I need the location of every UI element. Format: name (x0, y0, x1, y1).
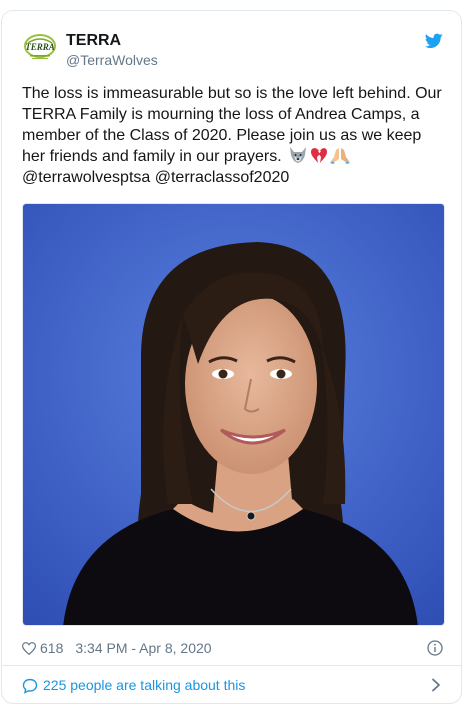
tweet-photo[interactable] (22, 203, 445, 626)
avatar[interactable]: TERRA (22, 31, 58, 67)
praying-hands-emoji (330, 148, 351, 164)
broken-heart-emoji (311, 148, 328, 163)
tweet-mentions[interactable]: @terrawolvesptsa @terraclassof2020 (22, 167, 448, 188)
account-handle[interactable]: @TerraWolves (66, 52, 158, 68)
tweet-line: The loss is immeasurable but so is the l… (22, 85, 442, 102)
tweet-line: her friends and family in our prayers. (22, 148, 282, 165)
like-count[interactable]: 618 (40, 640, 63, 656)
terra-logo: TERRA (22, 31, 58, 67)
conversation-link[interactable]: 225 people are talking about this (2, 666, 461, 703)
heart-icon[interactable] (22, 641, 36, 655)
account-name[interactable]: TERRA (66, 32, 121, 50)
tweet-line: member of the Class of 2020. Please join… (22, 127, 422, 144)
chevron-right-icon[interactable] (431, 678, 441, 692)
svg-text:TERRA: TERRA (25, 42, 55, 52)
portrait-image (23, 204, 444, 625)
twitter-bird-icon[interactable] (425, 33, 443, 49)
talking-count-link[interactable]: 225 people are talking about this (43, 677, 245, 693)
tweet-card: TERRA TERRA @TerraWolves The loss is imm… (1, 10, 462, 704)
tweet-timestamp[interactable]: 3:34 PM - Apr 8, 2020 (75, 640, 211, 656)
comment-bubble-icon (22, 678, 38, 694)
tweet-text: The loss is immeasurable but so is the l… (22, 83, 448, 188)
wolf-emoji (290, 147, 307, 163)
tweet-line-with-emoji: her friends and family in our prayers. (22, 146, 448, 167)
info-icon[interactable] (427, 640, 443, 656)
tweet-header: TERRA TERRA @TerraWolves (2, 11, 461, 73)
tweet-meta: 618 3:34 PM - Apr 8, 2020 (22, 638, 212, 658)
tweet-line: TERRA Family is mourning the loss of And… (22, 106, 420, 123)
